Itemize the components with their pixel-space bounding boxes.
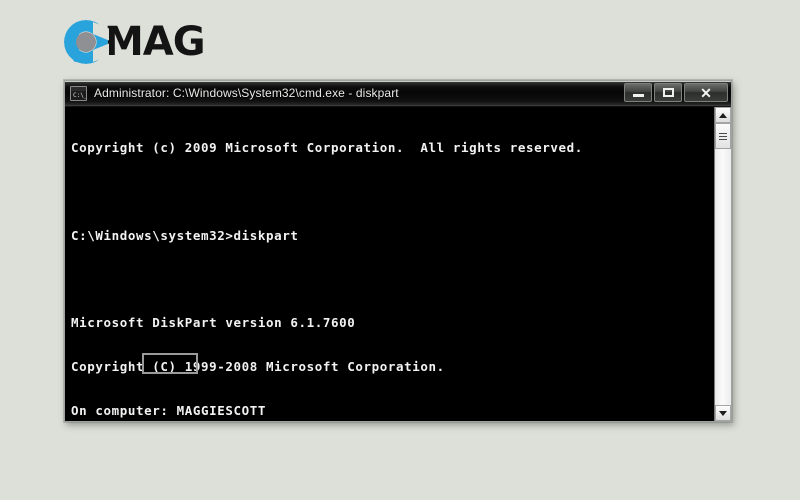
minimize-icon xyxy=(632,94,644,97)
scroll-down-arrow-icon[interactable] xyxy=(715,405,731,421)
maximize-button[interactable] xyxy=(654,83,682,102)
cmd-console-icon: C:\_ xyxy=(70,85,87,101)
logo-inner-dot xyxy=(76,32,96,52)
scroll-up-arrow-icon[interactable] xyxy=(715,107,731,123)
vertical-scrollbar[interactable] xyxy=(714,107,731,421)
scrollbar-thumb[interactable] xyxy=(715,123,731,149)
console-line: Copyright (c) 2009 Microsoft Corporation… xyxy=(71,140,583,156)
window-title: Administrator: C:\Windows\System32\cmd.e… xyxy=(94,86,399,100)
console-area: Copyright (c) 2009 Microsoft Corporation… xyxy=(65,106,731,421)
window-titlebar[interactable]: C:\_ Administrator: C:\Windows\System32\… xyxy=(65,81,731,106)
console-line: C:\Windows\system32>diskpart xyxy=(71,227,299,243)
close-button[interactable]: ✕ xyxy=(684,83,728,102)
window-controls: ✕ xyxy=(624,83,728,102)
console-output[interactable]: Copyright (c) 2009 Microsoft Corporation… xyxy=(65,107,714,421)
brand-logo: MAG xyxy=(64,17,206,67)
console-line: Copyright (C) 1999-2008 Microsoft Corpor… xyxy=(71,359,445,375)
scrollbar-grip-icon xyxy=(719,132,727,140)
console-line: Microsoft DiskPart version 6.1.7600 xyxy=(71,315,356,331)
minimize-button[interactable] xyxy=(624,83,652,102)
cmag-c-logo-icon xyxy=(64,20,109,64)
scrollbar-track[interactable] xyxy=(715,123,731,405)
brand-wordmark: MAG xyxy=(104,19,206,65)
close-icon: ✕ xyxy=(700,84,712,101)
console-line: On computer: MAGGIESCOTT xyxy=(71,402,267,418)
cmd-window: C:\_ Administrator: C:\Windows\System32\… xyxy=(64,80,732,422)
maximize-icon xyxy=(662,88,674,97)
